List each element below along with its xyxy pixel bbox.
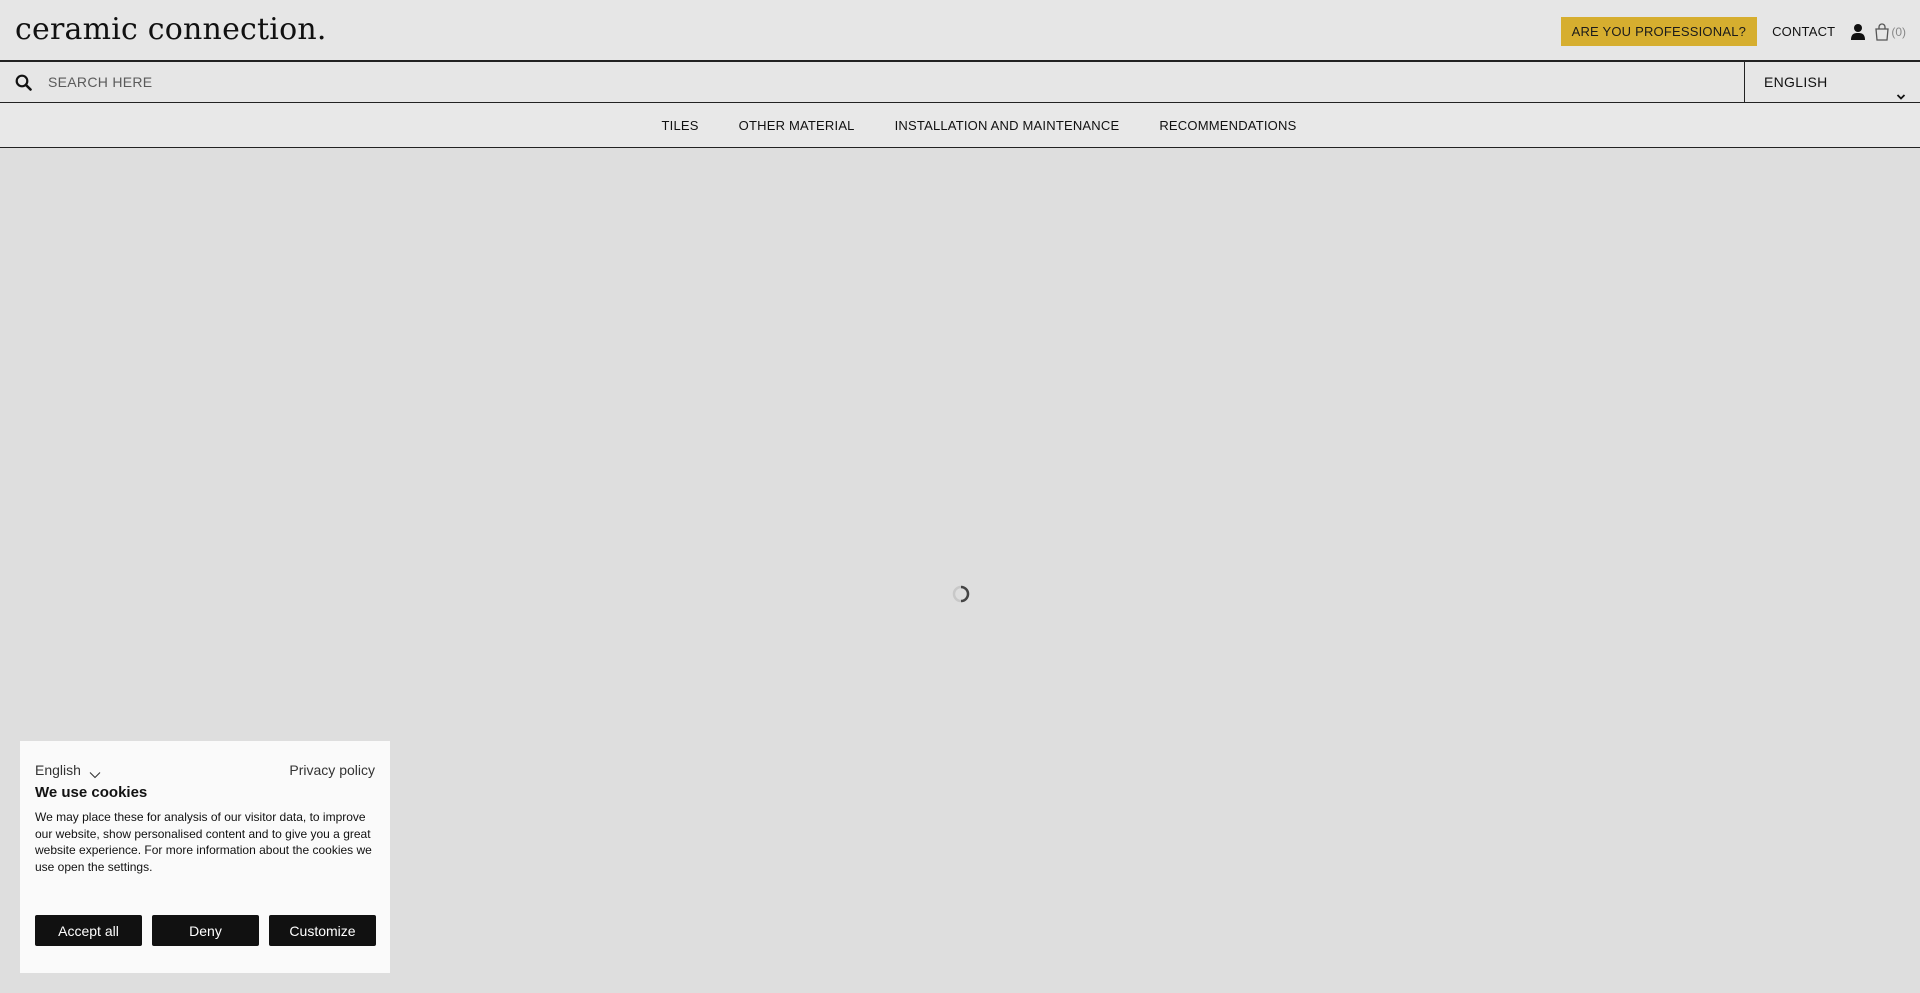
chevron-down-icon bbox=[1896, 77, 1906, 100]
header-actions: ARE YOU PROFESSIONAL? CONTACT (0) bbox=[1560, 17, 1906, 46]
search-bar: ENGLISH bbox=[0, 62, 1920, 103]
search-input[interactable] bbox=[46, 67, 1736, 97]
user-icon[interactable] bbox=[1850, 23, 1866, 41]
privacy-policy-link[interactable]: Privacy policy bbox=[289, 762, 375, 778]
site-header: ceramic connection. ARE YOU PROFESSIONAL… bbox=[0, 0, 1920, 62]
cookie-description: We may place these for analysis of our v… bbox=[35, 810, 372, 874]
language-select-value: ENGLISH bbox=[1764, 74, 1828, 90]
accept-all-button[interactable]: Accept all bbox=[35, 915, 142, 946]
nav-item-recommendations[interactable]: RECOMMENDATIONS bbox=[1159, 118, 1296, 133]
search-icon[interactable] bbox=[15, 74, 32, 91]
cookie-title: We use cookies bbox=[35, 784, 148, 801]
language-select[interactable]: ENGLISH bbox=[1744, 62, 1920, 102]
cart-count: (0) bbox=[1891, 24, 1906, 39]
contact-link[interactable]: CONTACT bbox=[1772, 24, 1835, 39]
professional-button[interactable]: ARE YOU PROFESSIONAL? bbox=[1560, 17, 1758, 46]
cookie-dialog: English Privacy policy We use cookies We… bbox=[20, 741, 390, 973]
deny-button[interactable]: Deny bbox=[152, 915, 259, 946]
nav-item-installation-and-maintenance[interactable]: INSTALLATION AND MAINTENANCE bbox=[895, 118, 1120, 133]
nav-item-other-material[interactable]: OTHER MATERIAL bbox=[739, 118, 855, 133]
cookie-language-value: English bbox=[35, 762, 81, 778]
nav-item-tiles[interactable]: TILES bbox=[662, 118, 699, 133]
cart-icon bbox=[1874, 22, 1890, 41]
cookie-language-select[interactable]: English bbox=[35, 762, 101, 779]
loading-spinner-icon bbox=[950, 583, 972, 605]
cart-button[interactable]: (0) bbox=[1874, 22, 1906, 41]
customize-button[interactable]: Customize bbox=[269, 915, 376, 946]
site-logo[interactable]: ceramic connection. bbox=[15, 12, 327, 47]
cookie-buttons: Accept all Deny Customize bbox=[35, 915, 376, 946]
chevron-down-icon bbox=[89, 766, 101, 779]
main-nav: TILES OTHER MATERIAL INSTALLATION AND MA… bbox=[0, 103, 1920, 148]
